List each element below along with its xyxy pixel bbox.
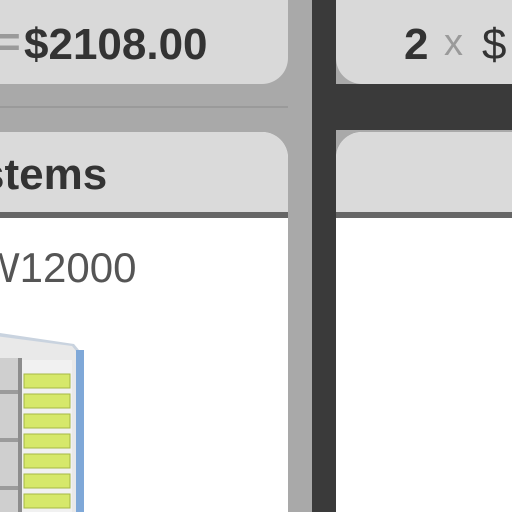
product-card-header: stems (0, 132, 288, 218)
total-price-bar: = $2108.00 (0, 0, 288, 84)
product-card-next[interactable] (336, 132, 512, 512)
storage-cabinet-with-trays-icon[interactable] (0, 330, 84, 512)
product-card-next-header (336, 132, 512, 218)
screen: = $2108.00 2 x $ stems W12000 (0, 0, 512, 512)
equals-sign: = (0, 18, 21, 65)
product-card[interactable]: stems W12000 (0, 132, 288, 512)
product-card-body: W12000 (0, 218, 288, 512)
unit-price: $ (482, 20, 507, 69)
total-price: $2108.00 (24, 20, 208, 69)
separator-line (0, 106, 288, 108)
quantity-price-bar: 2 x $ (336, 0, 512, 84)
quantity-value: 2 (404, 20, 429, 69)
column-gap-bar (336, 84, 512, 130)
product-card-next-body (336, 218, 512, 512)
product-sku: W12000 (0, 244, 137, 291)
product-title: stems (0, 150, 108, 199)
column-divider (312, 0, 336, 512)
multiply-sign: x (444, 22, 463, 64)
